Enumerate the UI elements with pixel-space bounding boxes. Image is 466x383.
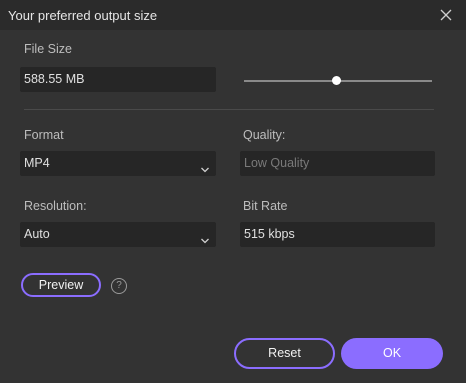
- chevron-down-icon: [200, 159, 210, 173]
- close-icon[interactable]: [436, 5, 456, 25]
- title-bar: Your preferred output size: [0, 0, 466, 30]
- format-select[interactable]: MP4: [20, 151, 216, 176]
- file-size-field[interactable]: 588.55 MB: [20, 67, 216, 92]
- format-select-value: MP4: [24, 156, 50, 170]
- quality-field: Low Quality: [240, 151, 435, 176]
- bit-rate-field[interactable]: 515 kbps: [240, 222, 435, 247]
- file-size-label: File Size: [24, 42, 72, 56]
- dialog-title: Your preferred output size: [8, 8, 158, 23]
- section-divider: [24, 109, 434, 110]
- resolution-select-value: Auto: [24, 227, 50, 241]
- chevron-down-icon: [200, 230, 210, 244]
- output-size-dialog: Your preferred output size File Size 588…: [0, 0, 466, 383]
- preview-button[interactable]: Preview: [21, 273, 101, 297]
- help-icon[interactable]: ?: [111, 278, 127, 294]
- resolution-label: Resolution:: [24, 199, 87, 213]
- resolution-select[interactable]: Auto: [20, 222, 216, 247]
- bit-rate-label: Bit Rate: [243, 199, 288, 213]
- reset-button[interactable]: Reset: [234, 338, 335, 369]
- quality-label: Quality:: [243, 128, 286, 142]
- format-label: Format: [24, 128, 64, 142]
- file-size-slider-thumb[interactable]: [331, 76, 341, 85]
- ok-button[interactable]: OK: [341, 338, 443, 369]
